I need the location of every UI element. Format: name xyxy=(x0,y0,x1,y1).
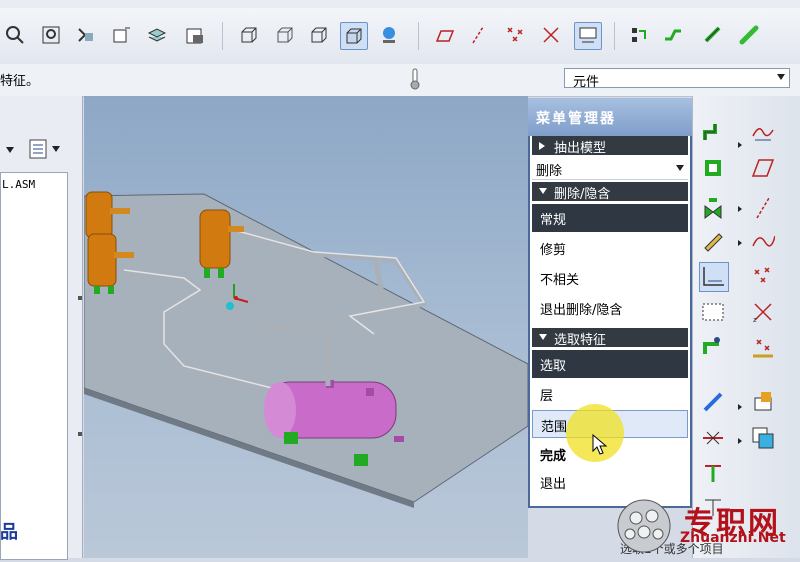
measure-icon[interactable] xyxy=(699,388,727,416)
svg-text:z: z xyxy=(753,316,757,324)
menu-item-label: 退出 xyxy=(540,477,567,492)
menu-item-label: 退出删除/隐含 xyxy=(540,303,623,318)
menu-manager-title: 菜单管理器 xyxy=(536,111,616,127)
menu-item-label: 选取 xyxy=(540,359,567,374)
menu-section-delete[interactable]: 删除/隐含 xyxy=(532,182,688,202)
saved-view-icon[interactable] xyxy=(108,22,134,48)
pipe-icon[interactable] xyxy=(736,22,762,48)
appearance-icon[interactable] xyxy=(376,22,402,48)
valve-icon[interactable] xyxy=(699,194,727,222)
splitter-handle[interactable] xyxy=(78,432,82,436)
pipe-segment-icon[interactable] xyxy=(700,22,726,48)
pipe-split-icon[interactable] xyxy=(699,458,727,486)
menu-section-delete-label: 删除/隐含 xyxy=(554,187,611,202)
datum-offset-icon[interactable] xyxy=(749,332,777,360)
datum-axis-icon[interactable] xyxy=(749,194,777,222)
logo-fragment: 品 xyxy=(0,518,22,558)
menu-section-select-label: 选取特征 xyxy=(554,333,607,348)
datum-axis-icon[interactable] xyxy=(466,22,492,48)
menu-item-trim[interactable]: 修剪 xyxy=(532,234,688,262)
tree-settings-icon[interactable] xyxy=(28,138,68,164)
triangle-down-icon xyxy=(539,334,547,340)
view-manager-icon[interactable] xyxy=(182,22,208,48)
chevron-down-icon[interactable] xyxy=(4,144,16,159)
menu-item-label: 不相关 xyxy=(540,273,580,288)
datum-point-icon[interactable] xyxy=(502,22,528,48)
menu-item-normal[interactable]: 常规 xyxy=(532,204,688,232)
annotation-display-icon[interactable] xyxy=(574,22,602,50)
model-tree-list xyxy=(0,172,68,560)
triangle-down-icon xyxy=(539,188,547,194)
menu-item-label: 范围 xyxy=(541,420,568,435)
watermark-ball-icon xyxy=(617,499,671,553)
menu-section-extract-label: 抽出模型 xyxy=(554,141,607,156)
selection-filter-value: 元件 xyxy=(573,75,600,90)
graphics-window[interactable] xyxy=(83,96,529,558)
datum-plane-icon[interactable] xyxy=(749,154,777,182)
toolbar-separator xyxy=(222,22,223,50)
pipe-elbow-icon[interactable] xyxy=(699,332,727,360)
main-toolbar xyxy=(0,8,800,65)
curve-icon[interactable] xyxy=(749,226,777,254)
copy-window-icon[interactable] xyxy=(749,424,777,452)
pencil-icon[interactable] xyxy=(699,226,727,254)
menu-item-label: 修剪 xyxy=(540,243,567,258)
menu-item-label: 层 xyxy=(540,389,554,404)
datum-point-icon[interactable] xyxy=(749,262,777,290)
chevron-right-icon[interactable] xyxy=(737,138,743,153)
watermark-url: Zhuanzhi.Net xyxy=(680,530,786,546)
menu-item-label: 常规 xyxy=(540,213,567,228)
toolbar-separator xyxy=(614,22,615,50)
coordinate-system-icon[interactable] xyxy=(538,22,564,48)
chevron-right-icon[interactable] xyxy=(737,236,743,251)
menu-item-select[interactable]: 选取 xyxy=(532,350,688,378)
prompt-message: 特征。 xyxy=(0,74,40,89)
analysis-icon[interactable] xyxy=(749,388,777,416)
model-tree-item-asm[interactable]: L.ASM xyxy=(2,178,35,191)
sketch-curve-icon[interactable] xyxy=(749,118,777,146)
chevron-down-icon xyxy=(676,165,684,171)
menu-item-layer[interactable]: 层 xyxy=(532,380,688,408)
piping-assembly-model xyxy=(83,191,529,508)
pipe-route-icon[interactable] xyxy=(660,22,686,48)
toolbar-separator xyxy=(418,22,419,50)
thermometer-icon[interactable] xyxy=(408,68,422,94)
shading-icon[interactable] xyxy=(340,22,368,50)
menu-section-select[interactable]: 选取特征 xyxy=(532,328,688,348)
menu-manager-title-bar: 菜单管理器 xyxy=(528,98,692,136)
menu-section-extract[interactable]: 抽出模型 xyxy=(532,136,688,156)
routing-icon[interactable] xyxy=(699,262,729,292)
menu-item-label: 完成 xyxy=(540,449,567,464)
chevron-down-icon xyxy=(777,74,785,80)
coordinate-system-icon[interactable]: z xyxy=(749,298,777,326)
layers-icon[interactable] xyxy=(144,22,170,48)
wireframe-icon[interactable] xyxy=(236,22,262,48)
chevron-right-icon[interactable] xyxy=(737,202,743,217)
pipe-fitting-icon[interactable] xyxy=(699,154,727,182)
zoom-window-icon[interactable] xyxy=(38,22,64,48)
splitter-handle[interactable] xyxy=(78,296,82,300)
menu-action-dropdown-value: 删除 xyxy=(536,164,563,179)
no-hidden-icon[interactable] xyxy=(306,22,332,48)
chevron-right-icon[interactable] xyxy=(737,434,743,449)
mouse-cursor-icon xyxy=(592,433,608,460)
logo-fragment-text: 品 xyxy=(0,522,18,543)
triangle-right-icon xyxy=(539,142,545,150)
menu-item-unrelated[interactable]: 不相关 xyxy=(532,264,688,292)
zoom-in-icon[interactable] xyxy=(2,22,28,48)
selection-filter-dropdown[interactable]: 元件 xyxy=(564,68,790,90)
reorient-icon[interactable] xyxy=(72,22,98,48)
chevron-right-icon[interactable] xyxy=(737,400,743,415)
menu-action-dropdown[interactable]: 删除 xyxy=(532,158,688,180)
datum-plane-icon[interactable] xyxy=(432,22,458,48)
dashed-box-icon[interactable] xyxy=(699,298,727,326)
hidden-line-icon[interactable] xyxy=(272,22,298,48)
pipeline-icon[interactable] xyxy=(626,22,652,48)
menu-item-exit-delete[interactable]: 退出删除/隐含 xyxy=(532,294,688,322)
pipe-joint-icon[interactable] xyxy=(699,118,727,146)
cut-line-icon[interactable] xyxy=(699,424,727,452)
